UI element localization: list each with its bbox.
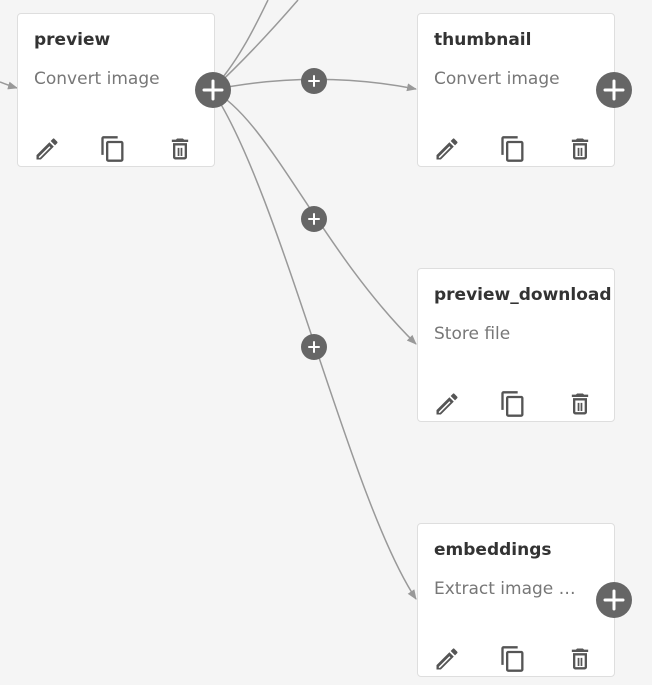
copy-icon[interactable] [98, 134, 128, 164]
plus-icon [603, 79, 625, 101]
node-subtitle: Extract image e... [434, 579, 584, 599]
trash-icon[interactable] [165, 134, 195, 164]
node-title: preview_download [434, 285, 612, 305]
node-subtitle: Convert image [434, 69, 560, 89]
node-title: embeddings [434, 540, 552, 560]
trash-icon[interactable] [565, 389, 595, 419]
plus-icon [603, 589, 625, 611]
node-thumbnail[interactable]: thumbnail Convert image [417, 13, 615, 167]
node-subtitle: Convert image [34, 69, 160, 89]
node-actions [18, 134, 214, 166]
node-actions [418, 389, 614, 421]
node-embeddings[interactable]: embeddings Extract image e... [417, 523, 615, 677]
add-step-button[interactable] [596, 72, 632, 108]
edge-insert-button[interactable] [301, 68, 327, 94]
node-actions [418, 134, 614, 166]
node-actions [418, 644, 614, 676]
node-preview-download[interactable]: preview_download Store file [417, 268, 615, 422]
pencil-icon[interactable] [432, 389, 462, 419]
trash-icon[interactable] [565, 134, 595, 164]
copy-icon[interactable] [498, 134, 528, 164]
pencil-icon[interactable] [432, 644, 462, 674]
add-step-button[interactable] [195, 72, 231, 108]
pencil-icon[interactable] [432, 134, 462, 164]
trash-icon[interactable] [565, 644, 595, 674]
plus-icon [308, 341, 320, 353]
plus-icon [308, 75, 320, 87]
copy-icon[interactable] [498, 644, 528, 674]
node-subtitle: Store file [434, 324, 511, 344]
copy-icon[interactable] [498, 389, 528, 419]
edge-insert-button[interactable] [301, 206, 327, 232]
node-title: thumbnail [434, 30, 532, 50]
pencil-icon[interactable] [32, 134, 62, 164]
edge-insert-button[interactable] [301, 334, 327, 360]
add-step-button[interactable] [596, 582, 632, 618]
plus-icon [202, 79, 224, 101]
node-title: preview [34, 30, 111, 50]
node-preview[interactable]: preview Convert image [17, 13, 215, 167]
plus-icon [308, 213, 320, 225]
edge-into-preview [0, 81, 18, 90]
